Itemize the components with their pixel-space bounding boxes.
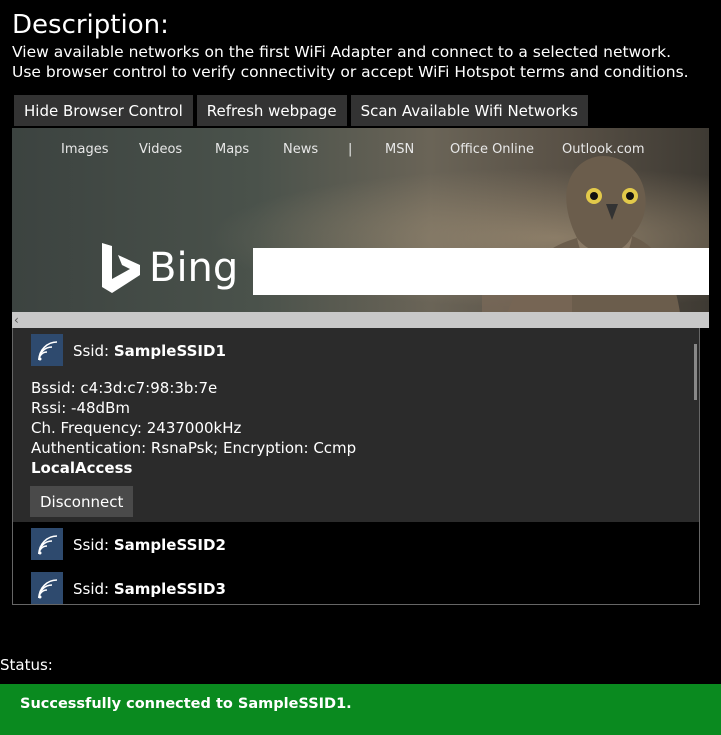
ssid-row: Ssid: SampleSSID2: [73, 536, 226, 554]
status-message: Successfully connected to SampleSSID1.: [20, 696, 352, 712]
status-bar: Successfully connected to SampleSSID1.: [0, 684, 721, 735]
ssid-label: Ssid:: [73, 342, 110, 360]
bssid: Bssid: c4:3d:c7:98:3b:7e: [31, 379, 218, 397]
page-title: Description:: [12, 10, 169, 40]
vertical-scrollbar[interactable]: [694, 344, 697, 400]
nav-news[interactable]: News: [283, 142, 318, 157]
horizontal-scrollbar[interactable]: ‹: [12, 312, 709, 328]
scroll-left-icon[interactable]: ‹: [14, 312, 19, 328]
nav-msn[interactable]: MSN: [385, 142, 414, 157]
nav-office-online[interactable]: Office Online: [450, 142, 534, 157]
wifi-icon: [31, 572, 63, 604]
disconnect-button[interactable]: Disconnect: [30, 486, 134, 517]
browser-control[interactable]: Images Videos Maps News | MSN Office Onl…: [12, 128, 709, 328]
access-level: LocalAccess: [31, 459, 133, 477]
network-item[interactable]: Ssid: SampleSSID3: [13, 566, 699, 604]
bing-nav: Images Videos Maps News | MSN Office Onl…: [12, 142, 709, 162]
nav-videos[interactable]: Videos: [139, 142, 182, 157]
network-details: Bssid: c4:3d:c7:98:3b:7e Rssi: -48dBm Ch…: [31, 378, 356, 478]
nav-outlook[interactable]: Outlook.com: [562, 142, 645, 157]
ssid-label: Ssid:: [73, 580, 110, 598]
description-line-1: View available networks on the first WiF…: [12, 43, 672, 61]
ssid-label: Ssid:: [73, 536, 110, 554]
bing-wordmark: Bing: [149, 245, 239, 291]
frequency: Ch. Frequency: 2437000kHz: [31, 419, 242, 437]
toolbar: Hide Browser Control Refresh webpage Sca…: [14, 95, 592, 126]
wifi-icon: [31, 334, 63, 366]
status-label: Status:: [0, 656, 53, 674]
ssid-value: SampleSSID1: [113, 342, 226, 360]
network-item-selected[interactable]: Ssid: SampleSSID1 Bssid: c4:3d:c7:98:3b:…: [13, 328, 699, 522]
ssid-row: Ssid: SampleSSID1: [73, 342, 226, 360]
nav-divider: |: [348, 142, 353, 157]
network-item[interactable]: Ssid: SampleSSID2: [13, 522, 699, 566]
rssi: Rssi: -48dBm: [31, 399, 130, 417]
nav-maps[interactable]: Maps: [215, 142, 249, 157]
scan-networks-button[interactable]: Scan Available Wifi Networks: [350, 95, 588, 126]
ssid-row: Ssid: SampleSSID3: [73, 580, 226, 598]
nav-images[interactable]: Images: [61, 142, 109, 157]
hawk-image: [482, 155, 682, 328]
bing-search-input[interactable]: [253, 248, 709, 295]
description: View available networks on the first WiF…: [12, 43, 689, 82]
wifi-icon: [31, 528, 63, 560]
refresh-webpage-button[interactable]: Refresh webpage: [196, 95, 347, 126]
description-line-2: Use browser control to verify connectivi…: [12, 62, 689, 81]
network-list[interactable]: Ssid: SampleSSID1 Bssid: c4:3d:c7:98:3b:…: [12, 328, 700, 605]
ssid-value: SampleSSID2: [113, 536, 226, 554]
ssid-value: SampleSSID3: [113, 580, 226, 598]
authentication: Authentication: RsnaPsk; Encryption: Ccm…: [31, 439, 357, 457]
hide-browser-button[interactable]: Hide Browser Control: [14, 95, 193, 126]
